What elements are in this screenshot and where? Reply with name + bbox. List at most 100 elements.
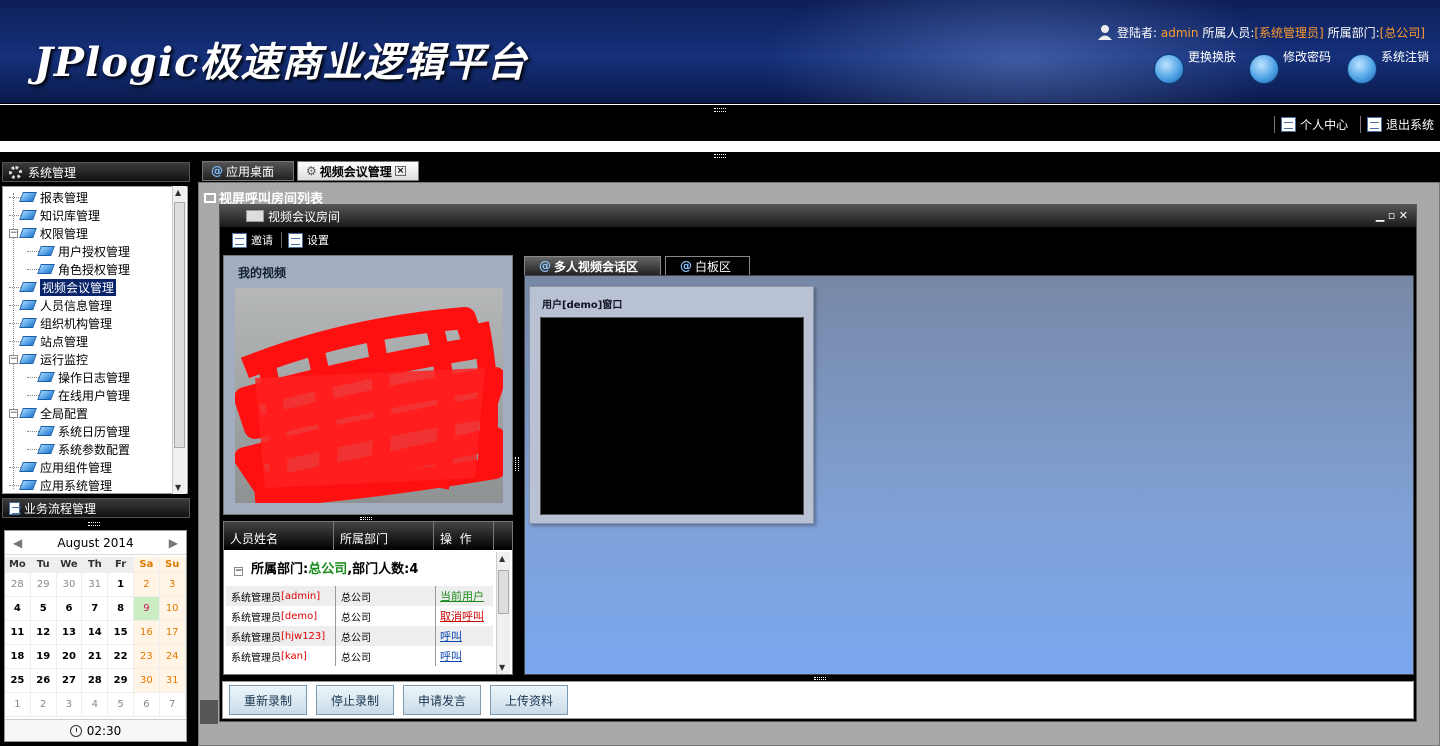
- rerecord-button[interactable]: 重新录制: [229, 685, 308, 715]
- split-resize-handle[interactable]: [360, 517, 372, 520]
- calendar-day[interactable]: 1: [5, 693, 31, 717]
- tree-node[interactable]: 系统参数配置: [27, 440, 130, 458]
- panel-resize-handle[interactable]: [88, 522, 100, 526]
- calendar-day[interactable]: 4: [5, 597, 31, 621]
- tree-node[interactable]: − 运行监控: [9, 350, 88, 368]
- tree-node[interactable]: − 全局配置: [9, 404, 88, 422]
- close-tab-icon[interactable]: ×: [394, 166, 407, 176]
- calendar-day[interactable]: 8: [108, 597, 134, 621]
- scroll-thumb[interactable]: [174, 202, 185, 448]
- calendar-day[interactable]: 20: [56, 645, 83, 669]
- tree-node[interactable]: 用户授权管理: [27, 242, 130, 260]
- personal-center-link[interactable]: 个人中心: [1274, 116, 1348, 133]
- calendar-day[interactable]: 30: [133, 669, 160, 693]
- calendar-day[interactable]: 29: [30, 573, 57, 597]
- calendar-day[interactable]: 29: [108, 669, 134, 693]
- maximize-icon[interactable]: ▫: [1388, 209, 1395, 222]
- calendar-day[interactable]: 24: [159, 645, 186, 669]
- upload-material-button[interactable]: 上传资料: [490, 685, 569, 715]
- calendar-day[interactable]: 28: [5, 573, 31, 597]
- scroll-thumb[interactable]: [498, 570, 509, 614]
- calendar-day[interactable]: 19: [30, 645, 57, 669]
- col-name-header[interactable]: 人员姓名: [224, 522, 334, 550]
- calendar-day[interactable]: 16: [133, 621, 160, 645]
- calendar-day[interactable]: 21: [82, 645, 109, 669]
- next-month-icon[interactable]: ▶: [169, 536, 178, 550]
- calendar-day[interactable]: 5: [30, 597, 57, 621]
- calendar-day[interactable]: 31: [82, 573, 109, 597]
- tab-whiteboard[interactable]: @ 白板区: [665, 256, 750, 276]
- prev-month-icon[interactable]: ◀: [13, 536, 22, 550]
- calendar-time[interactable]: 02:30: [5, 719, 186, 741]
- tree-node[interactable]: 在线用户管理: [27, 386, 130, 404]
- business-process-header[interactable]: 业务流程管理: [2, 498, 190, 518]
- request-speak-button[interactable]: 申请发言: [403, 685, 482, 715]
- stop-record-button[interactable]: 停止录制: [316, 685, 395, 715]
- member-scrollbar[interactable]: ▲ ▼: [496, 552, 510, 674]
- tab-multi-video[interactable]: @ 多人视频会话区: [524, 256, 661, 276]
- tree-node[interactable]: 应用系统管理: [9, 476, 112, 493]
- collapse-icon[interactable]: −: [234, 567, 243, 576]
- calendar-day[interactable]: 18: [5, 645, 31, 669]
- calendar-day[interactable]: 13: [56, 621, 83, 645]
- header-collapse-handle[interactable]: [714, 108, 726, 112]
- user-video-window[interactable]: 用户[demo]窗口: [529, 286, 814, 524]
- scroll-down-icon[interactable]: ▼: [499, 663, 505, 672]
- calendar-day[interactable]: 7: [159, 693, 186, 717]
- calendar-day[interactable]: 14: [82, 621, 109, 645]
- tree-node[interactable]: 系统日历管理: [27, 422, 130, 440]
- calendar-day[interactable]: 3: [56, 693, 83, 717]
- scroll-up-icon[interactable]: ▲: [175, 188, 181, 197]
- calendar-day[interactable]: 12: [30, 621, 57, 645]
- tree-node[interactable]: 站点管理: [9, 332, 88, 350]
- tree-node[interactable]: 应用组件管理: [9, 458, 112, 476]
- calendar-day[interactable]: 31: [159, 669, 186, 693]
- col-action-header[interactable]: 操 作: [434, 522, 494, 550]
- calendar-day[interactable]: 2: [30, 693, 57, 717]
- toolbar-collapse-handle[interactable]: [714, 154, 726, 158]
- close-icon[interactable]: ✕: [1399, 209, 1408, 222]
- calendar-day[interactable]: 6: [56, 597, 83, 621]
- change-password-button[interactable]: 修改密码: [1243, 48, 1338, 88]
- collapse-icon[interactable]: −: [9, 354, 18, 364]
- calendar-day[interactable]: 30: [56, 573, 83, 597]
- member-action-link[interactable]: 当前用户: [440, 590, 484, 603]
- calendar-day[interactable]: 7: [82, 597, 109, 621]
- invite-button[interactable]: 邀请: [232, 232, 273, 248]
- tab-video-conference[interactable]: ⚙ 视频会议管理 ×: [297, 161, 419, 181]
- tree-scrollbar[interactable]: ▲ ▼: [172, 186, 186, 494]
- calendar-day[interactable]: 6: [133, 693, 160, 717]
- scroll-down-icon[interactable]: ▼: [175, 483, 181, 492]
- tree-node[interactable]: 组织机构管理: [9, 314, 112, 332]
- video-resize-handle[interactable]: [515, 457, 519, 471]
- scroll-up-icon[interactable]: ▲: [499, 554, 505, 563]
- change-skin-button[interactable]: 更换换肤: [1148, 48, 1243, 88]
- calendar-day[interactable]: 25: [5, 669, 31, 693]
- tree-node[interactable]: 报表管理: [9, 188, 88, 206]
- calendar-day[interactable]: 1: [108, 573, 134, 597]
- logout-button[interactable]: 系统注销: [1341, 48, 1436, 88]
- collapse-icon[interactable]: −: [9, 228, 18, 238]
- calendar-day[interactable]: 3: [159, 573, 186, 597]
- calendar-day[interactable]: 27: [56, 669, 83, 693]
- col-dept-header[interactable]: 所属部门: [334, 522, 434, 550]
- calendar-day[interactable]: 9: [133, 597, 160, 621]
- calendar-day[interactable]: 28: [82, 669, 109, 693]
- calendar-day[interactable]: 4: [82, 693, 109, 717]
- tree-node[interactable]: − 权限管理: [9, 224, 88, 242]
- window-titlebar[interactable]: 视频会议房间: [220, 205, 1416, 227]
- tree-node[interactable]: 操作日志管理: [27, 368, 130, 386]
- tree-node[interactable]: 人员信息管理: [9, 296, 112, 314]
- calendar-day[interactable]: 23: [133, 645, 160, 669]
- calendar-day[interactable]: 2: [133, 573, 160, 597]
- settings-button[interactable]: 设置: [288, 232, 329, 248]
- exit-system-link[interactable]: 退出系统: [1359, 116, 1434, 133]
- calendar-day[interactable]: 10: [159, 597, 186, 621]
- member-action-link[interactable]: 取消呼叫: [440, 610, 484, 623]
- bottom-resize-handle[interactable]: [814, 677, 826, 680]
- system-management-header[interactable]: 系统管理: [2, 162, 190, 182]
- tree-node[interactable]: 知识库管理: [9, 206, 100, 224]
- member-action-link[interactable]: 呼叫: [440, 650, 462, 663]
- group-row[interactable]: − 所属部门:总公司,部门人数:4: [234, 558, 418, 577]
- calendar-day[interactable]: 11: [5, 621, 31, 645]
